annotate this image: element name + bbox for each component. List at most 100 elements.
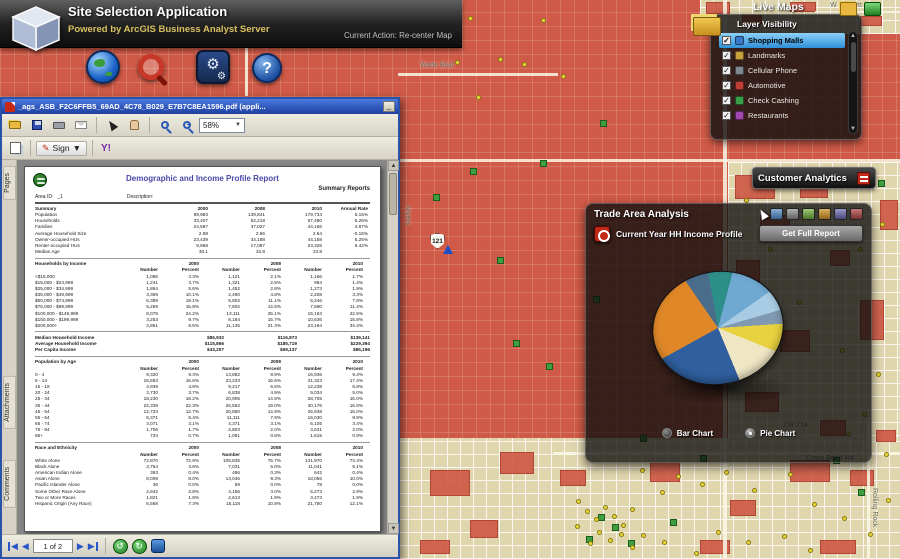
customer-dot xyxy=(498,57,503,62)
tab-attachments[interactable]: Attachments xyxy=(3,376,16,429)
radio-button-icon[interactable] xyxy=(661,428,672,438)
last-page-button[interactable]: ▶ xyxy=(88,541,98,551)
store-marker[interactable] xyxy=(540,160,547,167)
folder-icon-button[interactable] xyxy=(840,2,857,16)
customer-analytics-label: Customer Analytics xyxy=(758,172,847,184)
layer-item-shopping-malls[interactable]: ✓ Shopping Malls xyxy=(719,33,845,48)
store-marker[interactable] xyxy=(546,363,553,370)
pdf-viewer-window: _ags_ASB_F2C6FFB5_69AD_4C78_B029_E7B7C8E… xyxy=(0,97,400,559)
store-marker[interactable] xyxy=(598,514,605,521)
customer-dot xyxy=(468,16,473,21)
store-marker[interactable] xyxy=(858,489,865,496)
next-view-button[interactable]: ↻ xyxy=(131,538,147,554)
store-marker[interactable] xyxy=(433,194,440,201)
radio-bar-chart[interactable]: Bar Chart xyxy=(661,428,713,438)
scrollbar-thumb[interactable] xyxy=(389,173,397,215)
automotive-icon xyxy=(735,81,744,90)
zoom-out-button[interactable]: - xyxy=(155,116,175,134)
next-page-button[interactable]: ▶ xyxy=(77,541,84,551)
sign-button[interactable]: ✎ Sign ▼ xyxy=(36,140,87,156)
select-tool-button[interactable] xyxy=(102,116,122,134)
scroll-down-icon[interactable]: ▼ xyxy=(849,126,857,132)
yahoo-toolbar-logo[interactable]: Y! xyxy=(98,143,114,154)
cellular-phone-icon xyxy=(735,66,744,75)
selected-site-marker[interactable] xyxy=(443,245,453,254)
page-layout-button[interactable] xyxy=(5,139,25,157)
store-marker[interactable] xyxy=(878,180,885,187)
store-marker[interactable] xyxy=(497,257,504,264)
email-button[interactable] xyxy=(71,116,91,134)
layer-item-cellular-phone[interactable]: ✓ Cellular Phone xyxy=(719,63,845,78)
open-file-button[interactable] xyxy=(5,116,25,134)
radio-button-icon[interactable] xyxy=(745,428,756,438)
radio-label: Pie Chart xyxy=(760,428,796,438)
table-tool-icon[interactable] xyxy=(834,208,847,220)
layer-item-automotive[interactable]: ✓ Automotive xyxy=(719,78,845,93)
minimize-button[interactable]: _ xyxy=(383,101,395,112)
layer-checkbox[interactable]: ✓ xyxy=(722,51,731,60)
cursor-tool-icon[interactable] xyxy=(757,207,769,221)
previous-page-button[interactable]: ◀ xyxy=(22,541,29,551)
layer-label: Check Cashing xyxy=(748,96,799,105)
layer-checkbox[interactable]: ✓ xyxy=(722,81,731,90)
zoom-tool-icon[interactable] xyxy=(786,208,799,220)
previous-view-button[interactable]: ↺ xyxy=(112,538,128,554)
store-marker[interactable] xyxy=(670,519,677,526)
hand-tool-button[interactable] xyxy=(124,116,144,134)
layer-item-landmarks[interactable]: ✓ Landmarks xyxy=(719,48,845,63)
scroll-up-icon[interactable]: ▲ xyxy=(388,160,399,171)
pan-tool-icon[interactable] xyxy=(770,208,783,220)
help-tool-icon[interactable]: ? xyxy=(252,53,282,83)
customer-dot xyxy=(808,548,813,553)
first-page-button[interactable]: ◀ xyxy=(8,541,18,551)
pdf-toolbar-secondary: ✎ Sign ▼ Y! xyxy=(2,137,398,160)
get-full-report-button[interactable]: Get Full Report xyxy=(759,225,863,242)
store-marker[interactable] xyxy=(513,340,520,347)
store-marker[interactable] xyxy=(612,524,619,531)
layer-item-restaurants[interactable]: ✓ Restaurants xyxy=(719,108,845,123)
info-tool-icon[interactable] xyxy=(850,208,863,220)
layer-checkbox[interactable]: ✓ xyxy=(722,96,731,105)
layers-icon-button[interactable] xyxy=(864,2,881,16)
settings-tool-icon[interactable]: ⚙ ⚙ xyxy=(196,50,230,84)
globe-tool-icon[interactable] xyxy=(86,50,120,84)
zoom-level-select[interactable]: 58% ▼ xyxy=(199,117,245,133)
layer-checkbox[interactable]: ✓ xyxy=(722,66,731,75)
customer-dot xyxy=(619,532,624,537)
scrollbar-thumb[interactable] xyxy=(850,42,856,72)
store-marker[interactable] xyxy=(470,168,477,175)
scroll-up-icon[interactable]: ▲ xyxy=(849,33,857,39)
tab-pages[interactable]: Pages xyxy=(3,166,16,200)
view-mode-button[interactable] xyxy=(150,539,165,553)
search-tool-icon[interactable] xyxy=(138,54,164,80)
layer-item-check-cashing[interactable]: ✓ Check Cashing xyxy=(719,93,845,108)
esri-logo-icon xyxy=(33,173,47,187)
print-button[interactable] xyxy=(49,116,69,134)
live-maps-panel: Layer Visibility ✓ Shopping Malls ✓ Landmar… xyxy=(693,14,862,140)
scroll-down-icon[interactable]: ▼ xyxy=(388,523,399,534)
customer-dot xyxy=(660,490,665,495)
pdf-document-area[interactable]: Demographic and Income Profile Report Su… xyxy=(17,160,387,534)
store-marker[interactable] xyxy=(600,120,607,127)
layer-checkbox[interactable]: ✓ xyxy=(722,36,731,45)
customer-dot xyxy=(676,474,681,479)
chart-tool-icon[interactable] xyxy=(818,208,831,220)
layers-tool-icon[interactable] xyxy=(802,208,815,220)
disk-icon xyxy=(32,120,42,130)
pdf-title-bar[interactable]: _ags_ASB_F2C6FFB5_69AD_4C78_B029_E7B7C8E… xyxy=(2,99,398,114)
zoom-in-button[interactable]: + xyxy=(177,116,197,134)
tab-comments[interactable]: Comments xyxy=(3,460,16,508)
layer-label: Shopping Malls xyxy=(748,36,804,45)
radio-pie-chart[interactable]: Pie Chart xyxy=(745,428,795,438)
customer-dot xyxy=(575,524,580,529)
live-maps-folder-icon[interactable] xyxy=(693,17,721,36)
customer-analytics-button[interactable]: Customer Analytics xyxy=(752,167,876,189)
customer-dot xyxy=(561,74,566,79)
save-button[interactable] xyxy=(27,116,47,134)
page-indicator[interactable]: 1 of 2 xyxy=(32,539,73,553)
document-scrollbar[interactable]: ▲ ▼ xyxy=(387,160,399,534)
layer-label: Restaurants xyxy=(748,111,789,120)
layer-checkbox[interactable]: ✓ xyxy=(722,111,731,120)
report-row: 85+ 734 0.7% 1,081 0.8% 1,615 0.9% xyxy=(35,433,363,439)
layer-list-scrollbar[interactable]: ▲ ▼ xyxy=(848,31,858,134)
